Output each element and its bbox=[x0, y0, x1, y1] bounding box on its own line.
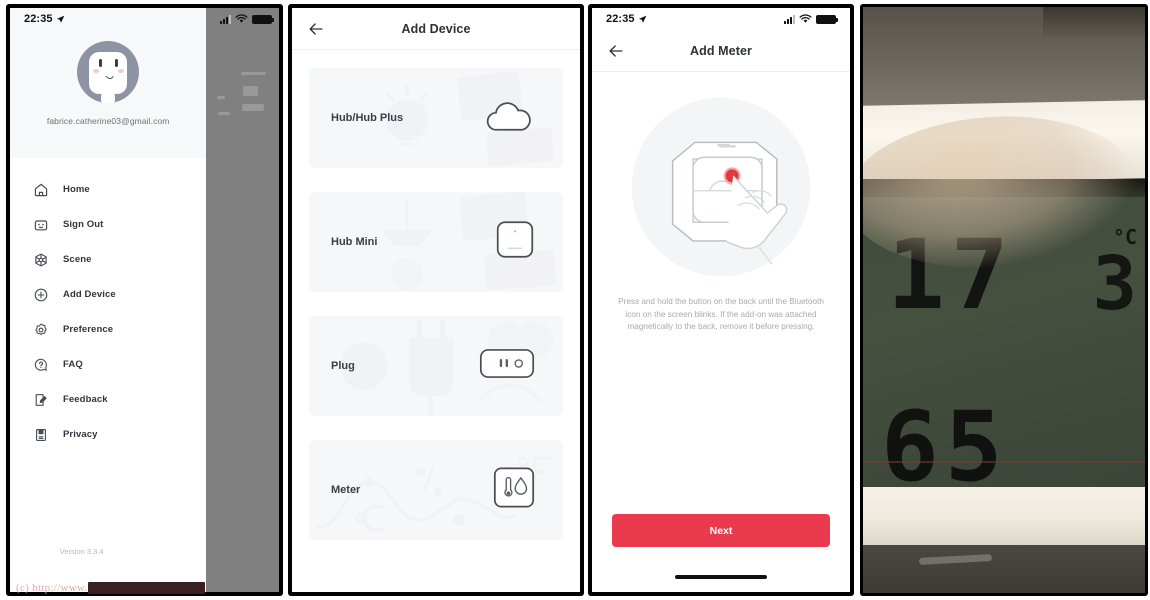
device-card-label: Hub Mini bbox=[331, 236, 378, 248]
phone-frame-add-device: Add Device Hub/Hub Plus Hub Mini Plug Me… bbox=[288, 4, 584, 596]
lcd-temperature-unit-group: °C 3 bbox=[1092, 227, 1137, 327]
robot-avatar-icon[interactable] bbox=[77, 41, 140, 103]
watermark-prefix: (c) http://www. bbox=[16, 582, 88, 594]
sidebar-item-label: Preference bbox=[63, 324, 114, 335]
device-card-hub[interactable]: Hub/Hub Plus bbox=[309, 68, 563, 168]
device-card-label: Meter bbox=[331, 484, 361, 496]
sidebar-item-scene[interactable]: Scene bbox=[10, 242, 206, 277]
plug-outlet-icon bbox=[479, 348, 535, 384]
wifi-icon bbox=[235, 14, 248, 23]
privacy-lock-icon bbox=[32, 426, 49, 443]
page-title: Add Meter bbox=[689, 43, 752, 58]
battery-full-icon bbox=[252, 14, 275, 24]
meter-photograph: 17 °C 3 65 % bbox=[863, 7, 1145, 593]
account-header: fabrice.catherine03@gmail.com bbox=[10, 8, 207, 158]
sidebar-item-add-device[interactable]: Add Device bbox=[10, 277, 206, 312]
hub-mini-square-icon bbox=[495, 220, 535, 265]
ghost-content bbox=[212, 70, 271, 130]
sidebar-item-label: Home bbox=[63, 184, 90, 195]
device-card-label: Hub/Hub Plus bbox=[331, 112, 404, 124]
illustration-wrap bbox=[592, 94, 850, 280]
sidebar-item-home[interactable]: Home bbox=[10, 172, 206, 207]
scene-icon bbox=[32, 251, 49, 268]
navigation-drawer: 22:35 fabrice.catherine03@gmail.com Home… bbox=[10, 8, 207, 592]
status-bar-panel1 bbox=[206, 8, 279, 30]
home-indicator[interactable] bbox=[675, 575, 767, 579]
back-arrow-icon[interactable] bbox=[306, 19, 326, 39]
add-meter-body: Press and hold the button on the back un… bbox=[592, 72, 850, 334]
back-arrow-icon[interactable] bbox=[606, 41, 626, 61]
status-bar-panel3: 22:35 bbox=[592, 8, 850, 30]
phone-frame-photo: 17 °C 3 65 % bbox=[860, 4, 1148, 596]
screenshot-board: 22:35 fabrice.catherine03@gmail.com Home… bbox=[0, 0, 1150, 600]
question-circle-icon bbox=[32, 356, 49, 373]
sidebar-item-privacy[interactable]: Privacy bbox=[10, 417, 206, 452]
sidebar-item-label: Privacy bbox=[63, 429, 98, 440]
thermometer-humidity-icon bbox=[493, 467, 535, 514]
plus-circle-icon bbox=[32, 286, 49, 303]
add-device-screen: Add Device Hub/Hub Plus Hub Mini Plug Me… bbox=[292, 8, 580, 592]
wifi-icon bbox=[799, 14, 812, 23]
drawer-screen: 22:35 fabrice.catherine03@gmail.com Home… bbox=[10, 8, 279, 592]
cloud-icon bbox=[483, 99, 535, 138]
device-card-label: Plug bbox=[331, 360, 355, 372]
location-arrow-icon bbox=[56, 15, 65, 23]
status-time-drawer: 22:35 bbox=[24, 13, 65, 25]
watermark-redacted: ██████████████ bbox=[87, 582, 205, 594]
home-icon bbox=[32, 181, 49, 198]
cellular-signal-icon bbox=[784, 14, 795, 24]
meter-photo-screen: 17 °C 3 65 % bbox=[863, 7, 1145, 593]
press-and-hold-button-illustration bbox=[631, 97, 811, 277]
photo-floor bbox=[863, 545, 1145, 593]
account-email: fabrice.catherine03@gmail.com bbox=[46, 116, 170, 126]
sidebar-item-label: Scene bbox=[63, 254, 92, 265]
device-card-hub-mini[interactable]: Hub Mini bbox=[309, 192, 563, 292]
watermark: (c) http://www.██████████████ bbox=[16, 582, 205, 594]
device-card-meter[interactable]: Meter bbox=[309, 440, 563, 540]
sign-out-icon bbox=[32, 216, 49, 233]
feedback-icon bbox=[32, 391, 49, 408]
add-meter-screen: 22:35 Add Meter Press and hold the butto… bbox=[592, 8, 850, 592]
page-title: Add Device bbox=[401, 21, 471, 36]
phone-frame-drawer: 22:35 fabrice.catherine03@gmail.com Home… bbox=[6, 4, 283, 596]
lcd-temperature-decimal: 3 bbox=[1092, 241, 1137, 327]
add-meter-navbar: Add Meter bbox=[592, 30, 850, 72]
photo-scanline bbox=[863, 461, 1145, 463]
status-time-text: 22:35 bbox=[606, 13, 635, 25]
gear-icon bbox=[32, 321, 49, 338]
sidebar-item-label: FAQ bbox=[63, 359, 83, 370]
device-card-list: Hub/Hub Plus Hub Mini Plug Meter bbox=[292, 50, 580, 540]
location-arrow-icon bbox=[638, 15, 647, 23]
status-time-text: 22:35 bbox=[24, 13, 53, 25]
app-version-label: Version 3.3.4 bbox=[59, 547, 104, 556]
sidebar-item-preference[interactable]: Preference bbox=[10, 312, 206, 347]
sidebar-item-feedback[interactable]: Feedback bbox=[10, 382, 206, 417]
status-bar-drawer: 22:35 bbox=[10, 8, 206, 30]
sidebar-item-label: Add Device bbox=[63, 289, 116, 300]
photo-rail-bottom bbox=[863, 487, 1145, 547]
sidebar-item-label: Feedback bbox=[63, 394, 108, 405]
sidebar-item-sign-out[interactable]: Sign Out bbox=[10, 207, 206, 242]
phone-frame-add-meter: 22:35 Add Meter Press and hold the butto… bbox=[588, 4, 854, 596]
status-time-panel3: 22:35 bbox=[606, 13, 647, 25]
add-device-navbar: Add Device bbox=[292, 8, 580, 50]
cellular-signal-icon bbox=[220, 14, 232, 24]
drawer-menu: Home Sign Out Scene Add Device Preferenc… bbox=[10, 158, 206, 452]
sidebar-item-label: Sign Out bbox=[63, 219, 104, 230]
battery-full-icon bbox=[816, 14, 838, 24]
photo-wall-top bbox=[863, 7, 1145, 107]
next-button[interactable]: Next bbox=[612, 514, 830, 547]
drawer-scrim-overlay[interactable] bbox=[206, 8, 279, 592]
instruction-text: Press and hold the button on the back un… bbox=[618, 297, 824, 332]
sidebar-item-faq[interactable]: FAQ bbox=[10, 347, 206, 382]
device-card-plug[interactable]: Plug bbox=[309, 316, 563, 416]
